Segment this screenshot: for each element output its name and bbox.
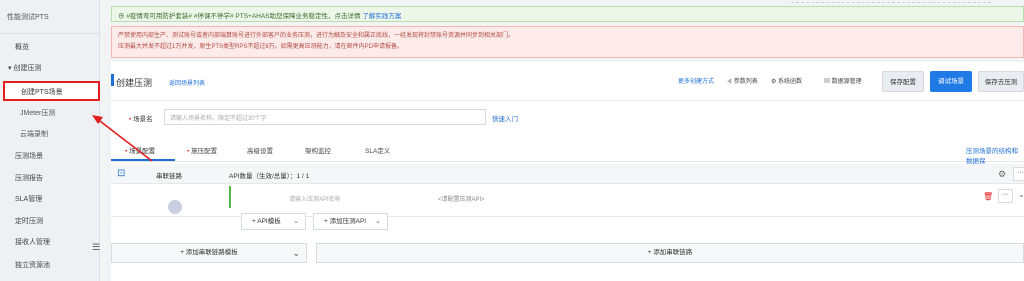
sidebar-item-create-pts[interactable]: 创建PTS场景 <box>3 81 100 101</box>
sidebar-item-resource-pool[interactable]: 独立资源池 <box>0 256 100 276</box>
sidebar-group-create[interactable]: ▾ 创建压测 <box>0 59 100 79</box>
notice-link[interactable]: 了解实践方案 <box>362 13 401 20</box>
sidebar-item-jmeter[interactable]: JMeter压测 <box>0 104 100 124</box>
chain-row: ⊡ 串联链路 API数量（生效/总量）：1 / 1 ⚙ ··· <box>111 164 1024 184</box>
function-icon: ⚙ <box>771 79 779 85</box>
gear-icon[interactable]: ⚙ <box>998 169 1006 180</box>
sidebar-item-overview[interactable]: 概览 <box>0 38 100 58</box>
tab-load-config[interactable]: • 施压配置 <box>187 145 217 155</box>
scene-name-input[interactable]: 请输入场景名称，限定不超过30个字 <box>164 109 486 125</box>
sidebar-item-receivers[interactable]: 接收人管理 <box>0 233 100 253</box>
title-accent <box>111 74 114 86</box>
tab-sla[interactable]: SLA定义 <box>365 145 390 155</box>
status-bar <box>229 186 231 208</box>
chain-label: 串联链路 <box>156 173 182 180</box>
document-icon: ▤ <box>824 79 832 85</box>
tab-advanced[interactable]: 高级设置 <box>247 145 273 155</box>
sidebar-item-reports[interactable]: 压测报告 <box>0 169 100 189</box>
warning-line: 压测最大并发不超过1万并发，原生PTS类型RPS不超过8万。如需更高压测能力，请… <box>118 44 404 50</box>
notice-banner: ⊕ #疫情弯可用防护套装# #停课不停学# PTS+AHAS助您保障业务稳定性，… <box>111 6 1024 22</box>
param-list-button[interactable]: ⊰ 参数列表 <box>727 76 758 85</box>
sidebar: 性能测试PTS 概览 ▾ 创建压测 创建PTS场景 JMeter压测 云端录制 … <box>0 0 100 281</box>
save-config-button[interactable]: 保存配置 <box>882 71 924 92</box>
notice-text: #疫情弯可用防护套装# #停课不停学# PTS+AHAS助您保障业务稳定性，点击… <box>126 13 361 20</box>
chevron-down-icon: ⌄ <box>375 218 381 225</box>
sidebar-title: 性能测试PTS <box>0 0 99 34</box>
tabs-divider <box>111 161 1024 162</box>
warning-banner: 严禁使用内部生产、测试账号或者内部端算账号进行外部客户的业务压测，进行为触及安全… <box>111 26 1024 58</box>
create-panel: 创建压测 返回场景列表 更多创建方式 ⊰ 参数列表 ⚙ 系统函数 ▤ 数据源管理… <box>111 62 1024 281</box>
api-template-dropdown[interactable]: + API模板 ⌄ <box>241 213 306 230</box>
add-api-dropdown[interactable]: + 添加压测API ⌄ <box>313 213 388 230</box>
scene-structure-link[interactable]: 压测场景的结构和数据保 <box>966 145 1024 165</box>
debug-scene-button[interactable]: 调试场景 <box>930 71 972 92</box>
sidebar-item-scenes[interactable]: 压测场景 <box>0 147 100 167</box>
sidebar-item-cloud-record[interactable]: 云端录制 <box>0 125 100 145</box>
add-chain-template-button[interactable]: + 添加串联链路模板 ⌄ <box>111 243 307 263</box>
warning-line: 严禁使用内部生产、测试账号或者内部端算账号进行外部客户的业务压测，进行为触及安全… <box>118 33 515 39</box>
api-count: API数量（生效/总量）：1 / 1 <box>229 173 310 180</box>
sys-func-button[interactable]: ⚙ 系统函数 <box>771 76 802 85</box>
chain-more-button[interactable]: ··· <box>1013 167 1024 181</box>
chevron-down-icon: ⌄ <box>293 218 299 225</box>
data-source-button[interactable]: ▤ 数据源管理 <box>824 76 862 85</box>
chevron-down-icon[interactable]: ⌄ <box>1018 190 1024 199</box>
back-to-scenes-link[interactable]: 返回场景列表 <box>169 78 205 87</box>
sidebar-item-schedule[interactable]: 定时压测 <box>0 212 100 232</box>
api-config-text: <请配置压测API> <box>438 197 485 203</box>
notice-icon: ⊕ <box>118 13 125 20</box>
trash-icon[interactable]: 🗑 <box>983 192 993 201</box>
save-and-start-button[interactable]: 保存去压测 <box>978 71 1024 92</box>
param-icon: ⊰ <box>727 79 734 85</box>
scene-name-label: • 场景名 <box>129 116 153 123</box>
api-more-button[interactable]: ··· <box>998 189 1013 203</box>
divider <box>111 100 1024 101</box>
sidebar-item-sla[interactable]: SLA管理 <box>0 190 100 210</box>
collapse-icon[interactable]: ☰ <box>92 242 100 254</box>
api-avatar <box>168 200 182 214</box>
api-name-input[interactable]: 请输入压测API名称 <box>289 194 341 203</box>
top-strip <box>791 0 991 3</box>
tab-scene-config[interactable]: • 场景配置 <box>125 145 155 155</box>
page-title: 创建压测 <box>116 78 153 88</box>
tab-monitoring[interactable]: 架构监控 <box>305 145 331 155</box>
sidebar-group-label: 创建压测 <box>13 65 42 72</box>
chevron-down-icon: ⌄ <box>292 248 300 258</box>
add-chain-button[interactable]: + 添加串联链路 <box>316 243 1024 263</box>
chevron-down-icon: ▾ <box>8 65 12 72</box>
quick-start-link[interactable]: 快速入门 <box>492 113 518 123</box>
link-icon[interactable]: ⊡ <box>117 168 128 179</box>
more-create-link[interactable]: 更多创建方式 <box>678 76 714 85</box>
main-content: ⊕ #疫情弯可用防护套装# #停课不停学# PTS+AHAS助您保障业务稳定性，… <box>101 0 1024 281</box>
